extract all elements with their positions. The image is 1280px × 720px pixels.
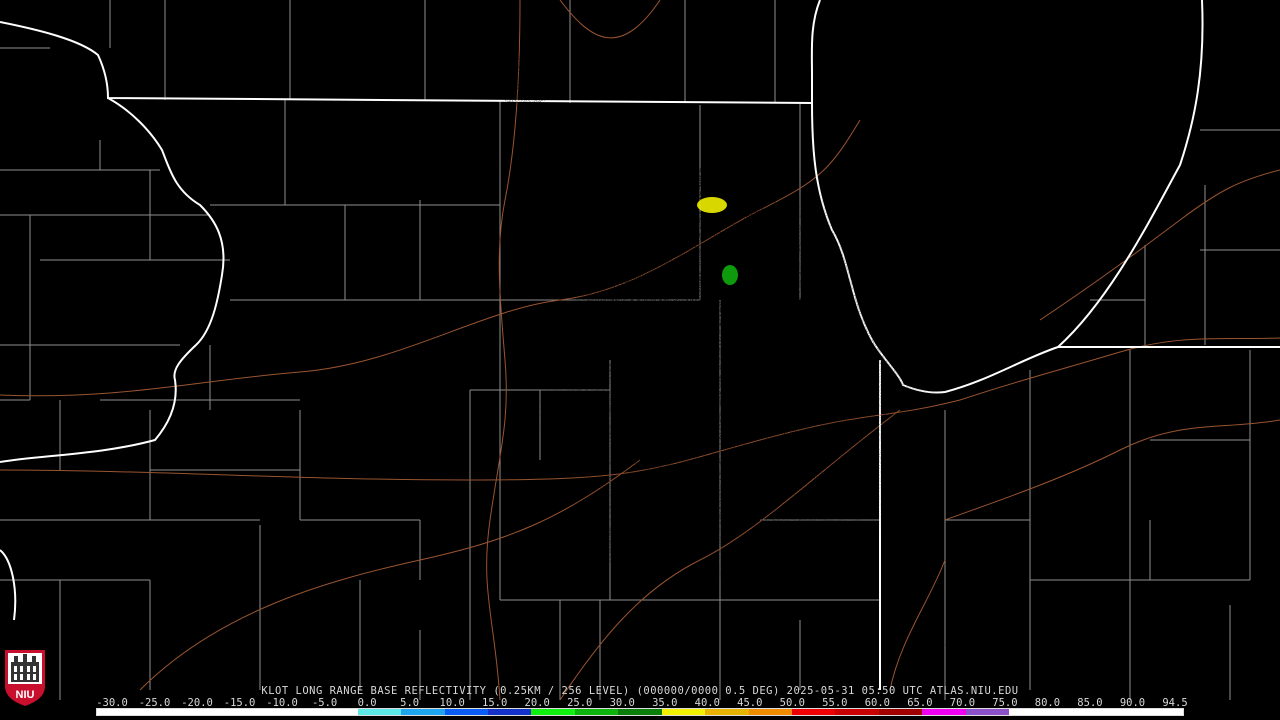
colorbar-segment bbox=[140, 709, 184, 715]
colorbar-segment bbox=[1052, 709, 1097, 715]
colorbar-segment bbox=[922, 709, 966, 715]
colorbar-segment bbox=[97, 709, 141, 715]
niu-logo: NIU bbox=[5, 650, 45, 706]
echo-blue-far-north bbox=[490, 55, 560, 105]
colorbar-segment bbox=[1096, 709, 1140, 715]
colorbar-segment bbox=[1009, 709, 1053, 715]
echo-green-cell bbox=[660, 167, 770, 223]
colorbar-segment bbox=[487, 709, 532, 715]
reflectivity-colorbar bbox=[96, 708, 1184, 716]
echo-green-southwest bbox=[587, 258, 643, 282]
colorbar-segment bbox=[618, 709, 662, 715]
colorbar-segment bbox=[965, 709, 1010, 715]
colorbar-segment bbox=[878, 709, 923, 715]
colorbar-segment bbox=[792, 709, 836, 715]
product-caption: KLOT LONG RANGE BASE REFLECTIVITY (0.25K… bbox=[261, 685, 1019, 697]
radar-map bbox=[0, 0, 1280, 720]
colorbar-segment bbox=[574, 709, 619, 715]
colorbar-segment bbox=[314, 709, 358, 715]
echo-blue-north-2 bbox=[537, 140, 573, 170]
colorbar-segment bbox=[183, 709, 228, 715]
colorbar-segment bbox=[705, 709, 749, 715]
echo-green-small bbox=[722, 265, 738, 285]
colorbar-segment bbox=[1139, 709, 1183, 715]
echo-yellow-core bbox=[697, 197, 727, 213]
colorbar-segment bbox=[401, 709, 445, 715]
colorbar-segment bbox=[661, 709, 706, 715]
colorbar-segment bbox=[444, 709, 488, 715]
colorbar-segment bbox=[227, 709, 271, 715]
colorbar-segment bbox=[357, 709, 402, 715]
colorbar-segment bbox=[748, 709, 792, 715]
colorbar-segment bbox=[531, 709, 575, 715]
colorbar-segment bbox=[835, 709, 879, 715]
colorbar-segment bbox=[270, 709, 315, 715]
logo-text: NIU bbox=[16, 689, 35, 701]
radar-site-hole bbox=[732, 390, 752, 410]
echo-blue-southeast bbox=[945, 623, 1025, 667]
echo-blue-southwest bbox=[570, 527, 640, 563]
